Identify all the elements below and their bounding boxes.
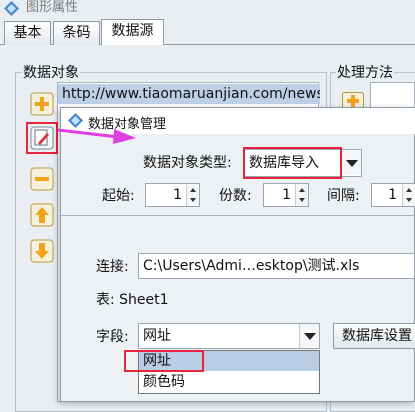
field-select[interactable]: 网址 [138, 323, 320, 349]
start-value: 1 [173, 187, 182, 203]
move-up-icon [30, 203, 54, 227]
dialog-separator [61, 215, 415, 216]
object-type-label: 数据对象类型: [143, 155, 232, 171]
tab-data-source[interactable]: 数据源 [101, 19, 164, 45]
annotation-arrow-icon [57, 128, 136, 144]
interval-label: 间隔: [327, 188, 360, 204]
edit-icon [30, 126, 54, 150]
chevron-down-icon [346, 160, 358, 167]
copies-label: 份数: [219, 188, 252, 204]
remove-icon [30, 167, 54, 191]
field-option-color-code[interactable]: 颜色码 [139, 372, 319, 392]
window-title: 图形属性 [26, 0, 79, 15]
move-down-button[interactable] [30, 239, 54, 263]
field-label: 字段: [96, 329, 129, 345]
start-label: 起始: [102, 188, 135, 204]
processing-label: 处理方法 [336, 62, 394, 82]
object-type-dropdown-button[interactable] [341, 151, 361, 175]
app-icon [4, 1, 19, 16]
field-value: 网址 [143, 328, 171, 344]
tab-basic[interactable]: 基本 [4, 21, 51, 45]
data-objects-label: 数据对象 [22, 62, 80, 82]
field-dropdown-button[interactable] [299, 324, 319, 348]
interval-value: 1 [388, 187, 397, 203]
chevron-down-icon [304, 333, 316, 340]
add-button[interactable] [30, 92, 54, 116]
db-settings-button[interactable]: 数据库设置 [333, 323, 415, 349]
copies-spinner-arrows[interactable] [295, 184, 308, 206]
connection-value: C:\Users\Admi…esktop\测试.xls [143, 258, 360, 274]
field-option-highlight [124, 350, 204, 372]
table-name: 表: Sheet1 [96, 292, 169, 308]
connection-label: 连接: [96, 259, 129, 275]
start-spinner-arrows[interactable] [186, 184, 199, 206]
interval-spinner-arrows[interactable] [402, 184, 415, 206]
copies-value: 1 [282, 187, 291, 203]
add-icon [30, 92, 54, 116]
connection-field[interactable]: C:\Users\Admi…esktop\测试.xls [138, 253, 415, 279]
tab-barcode[interactable]: 条码 [53, 21, 100, 45]
object-type-highlight [243, 147, 342, 179]
move-down-icon [30, 239, 54, 263]
edit-button[interactable] [30, 126, 54, 150]
remove-button[interactable] [30, 167, 54, 191]
data-object-item[interactable]: http://www.tiaomaruanjian.com/news/6 [58, 84, 320, 104]
move-up-button[interactable] [30, 203, 54, 227]
processing-add-button[interactable] [342, 92, 366, 108]
